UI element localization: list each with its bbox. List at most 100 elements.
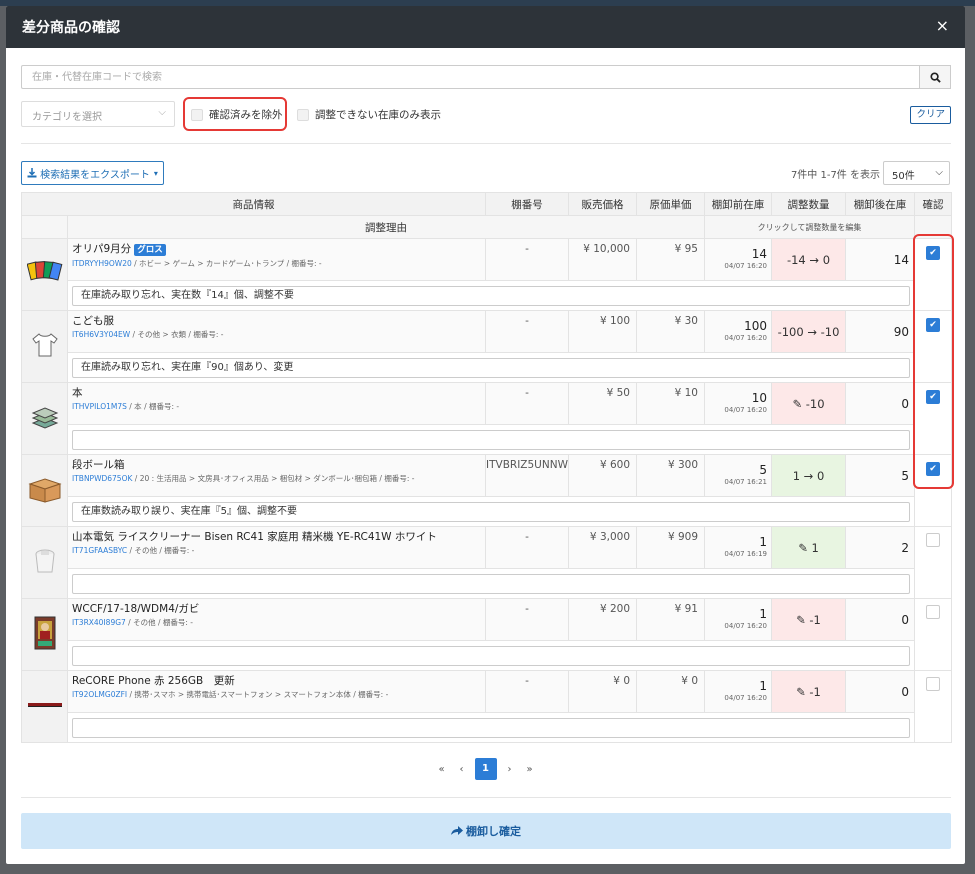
search-button[interactable] [919,65,951,89]
header-before: 棚卸前在庫 [704,192,772,216]
adjust-quantity[interactable]: ✎ 1 [771,526,846,569]
product-code-link[interactable]: ITBNPWD675OK [72,474,132,483]
product-category: / 本 / 棚番号: - [126,402,180,411]
exclude-confirmed-checkbox[interactable]: 確認済みを除外 [191,107,283,122]
confirm-checkbox-checked[interactable]: ✔ [926,246,940,260]
caret-down-icon: ▾ [153,168,158,178]
product-name-text: 本 [72,387,83,399]
product-category: / 携帯･スマホ > 携帯電話･スマートフォン > スマートフォン本体 / 棚番… [127,690,389,699]
table-row: WCCF/17-18/WDM4/ガビ IT3RX40I89G7 / その他 / 棚… [21,598,952,671]
adjust-quantity[interactable]: 1 → 0 [771,454,846,497]
stock-before-value: 1 [759,535,767,549]
diff-table: 商品情報 棚番号 販売価格 原価単価 棚卸前在庫 調整数量 棚卸後在庫 確認 調… [21,192,952,743]
reason-input[interactable] [72,645,910,666]
product-image [21,310,68,383]
modal-title: 差分商品の確認 [22,20,120,36]
reason-input[interactable] [72,429,910,450]
table-row: 段ボール箱 ITBNPWD675OK / 20 : 生活用品 > 文房具･オフィス… [21,454,952,527]
page-last-button[interactable]: » [523,764,537,775]
stock-before-value: 1 [759,607,767,621]
unit-cost: ¥ 909 [636,526,705,569]
product-name: オリパ9月分 グロス [72,242,481,258]
only-unadjustable-box[interactable] [297,108,309,121]
inventory-confirm-button[interactable]: 棚卸し確定 [21,813,951,849]
product-info: WCCF/17-18/WDM4/ガビ IT3RX40I89G7 / その他 / 棚… [67,598,486,641]
product-info: 山本電気 ライスクリーナー Bisen RC41 家庭用 精米機 YE-RC41… [67,526,486,569]
page-first-button[interactable]: « [435,764,449,775]
modal-header: 差分商品の確認 × [6,6,965,48]
stock-before: 10 04/07 16:20 [704,382,772,425]
stock-after: 0 [845,598,915,641]
product-name-text: 山本電気 ライスクリーナー Bisen RC41 家庭用 精米機 YE-RC41… [72,531,437,543]
confirm-checkbox-checked[interactable]: ✔ [926,462,940,476]
reason-input[interactable]: 在庫読み取り忘れ、実在数『14』個、調整不要 [72,285,910,306]
confirm-checkbox[interactable] [926,533,940,547]
unit-cost: ¥ 0 [636,670,705,713]
adjust-quantity[interactable]: -14 → 0 [771,238,846,281]
product-meta: IT6H6V3Y04EW / その他 > 衣類 / 棚番号: - [72,329,481,341]
inventory-confirm-label: 棚卸し確定 [466,825,521,838]
trading-card-icon [34,616,56,653]
search-icon [929,71,941,83]
shelf-number: - [485,310,569,353]
reason-cell: 在庫読み取り忘れ、実在庫『90』個あり、変更 [67,352,915,383]
stock-before-date: 04/07 16:19 [724,550,767,558]
page-1-button[interactable]: 1 [474,758,497,780]
header-adjust: 調整数量 [771,192,846,216]
reason-input[interactable] [72,717,910,738]
page-prev-button[interactable]: ‹ [455,764,469,775]
product-code-link[interactable]: IT71GFAASBYC [72,546,127,555]
product-info: 本 ITHVPILO1M7S / 本 / 棚番号: - [67,382,486,425]
shelf-number: - [485,670,569,713]
clear-button[interactable]: クリア [910,106,951,124]
product-meta: ITDRYYH9OW20 / ホビー > ゲーム > カードゲーム･トランプ /… [72,258,481,270]
product-category: / その他 / 棚番号: - [125,618,194,627]
sale-price: ¥ 0 [568,670,637,713]
product-code-link[interactable]: IT6H6V3Y04EW [72,330,130,339]
per-page-select[interactable]: 50件 ⌵ [883,161,950,185]
stock-before: 1 04/07 16:19 [704,526,772,569]
product-image [21,598,68,671]
confirm-checkbox-checked[interactable]: ✔ [926,318,940,332]
confirm-checkbox-checked[interactable]: ✔ [926,390,940,404]
product-meta: IT3RX40I89G7 / その他 / 棚番号: - [72,617,481,629]
product-category: / ホビー > ゲーム > カードゲーム･トランプ / 棚番号: - [131,259,322,268]
product-category: / その他 / 棚番号: - [127,546,195,555]
sale-price: ¥ 10,000 [568,238,637,281]
adjust-quantity[interactable]: ✎ -1 [771,670,846,713]
product-code-link[interactable]: IT92OLMG0ZFI [72,690,127,699]
stock-before-value: 10 [751,391,767,405]
reason-row: 在庫読み取り忘れ、実在数『14』個、調整不要 [22,280,952,311]
product-name-text: 段ボール箱 [72,459,125,471]
reason-input[interactable]: 在庫数読み取り誤り、実在庫『5』個、調整不要 [72,501,910,522]
search-input[interactable] [21,65,919,89]
reason-row [22,568,952,599]
only-unadjustable-checkbox[interactable]: 調整できない在庫のみ表示 [297,107,441,122]
unit-cost: ¥ 91 [636,598,705,641]
adjust-quantity[interactable]: -100 → -10 [771,310,846,353]
reason-input[interactable]: 在庫読み取り忘れ、実在庫『90』個あり、変更 [72,357,910,378]
unit-cost: ¥ 300 [636,454,705,497]
confirm-checkbox[interactable] [926,677,940,691]
page-next-button[interactable]: › [503,764,517,775]
close-icon[interactable]: × [936,16,949,35]
product-code-link[interactable]: ITDRYYH9OW20 [72,259,132,268]
header-confirm: 確認 [914,192,952,216]
adjust-quantity[interactable]: ✎ -10 [771,382,846,425]
stock-before: 100 04/07 16:20 [704,310,772,353]
header-after: 棚卸後在庫 [845,192,915,216]
export-button[interactable]: 検索結果をエクスポート ▾ [21,161,164,185]
product-code-link[interactable]: IT3RX40I89G7 [72,618,126,627]
confirm-checkbox[interactable] [926,605,940,619]
books-icon [30,407,60,434]
product-code-link[interactable]: ITHVPILO1M7S [72,402,127,411]
adjust-quantity[interactable]: ✎ -1 [771,598,846,641]
category-select[interactable]: カテゴリを選択 ⌵ [21,101,175,127]
reason-input[interactable] [72,573,910,594]
download-icon [27,168,37,178]
shelf-number: ITVBRIZ5UNNW [485,454,569,497]
stock-before-date: 04/07 16:20 [724,406,767,414]
table-header-row: 商品情報 棚番号 販売価格 原価単価 棚卸前在庫 調整数量 棚卸後在庫 確認 [21,192,952,216]
subheader-blank [21,215,68,239]
exclude-confirmed-box[interactable] [191,108,203,121]
